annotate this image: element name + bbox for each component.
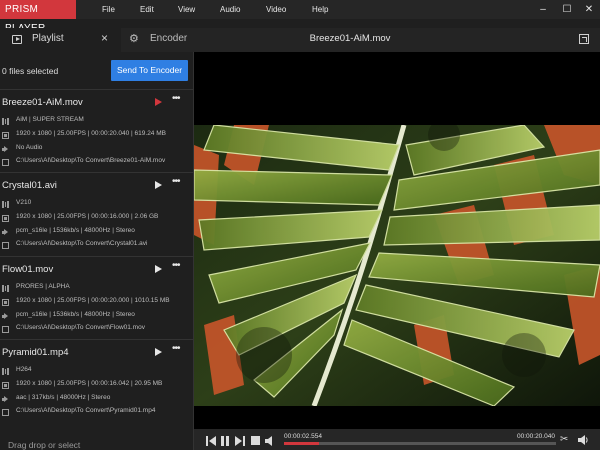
item-audio-info: pcm_s16le | 1536kb/s | 48000Hz | Stereo bbox=[16, 227, 135, 234]
play-icon[interactable] bbox=[155, 265, 162, 273]
item-video-info: 1920 x 1080 | 25.00FPS | 00:00:16.042 | … bbox=[16, 380, 163, 387]
tab-playlist-label: Playlist bbox=[32, 33, 64, 44]
speaker-icon bbox=[2, 313, 9, 320]
expand-icon[interactable] bbox=[579, 34, 589, 44]
app-logo: PRISM PLAYER bbox=[0, 0, 76, 34]
item-codec: H264 bbox=[16, 366, 32, 373]
item-codec: AiM | SUPER STREAM bbox=[16, 116, 84, 123]
play-icon[interactable] bbox=[155, 181, 162, 189]
item-name: Crystal01.avi bbox=[2, 180, 57, 191]
speaker-icon bbox=[2, 229, 9, 236]
item-path: C:\Users\AI\Desktop\To Convert\Breeze01-… bbox=[16, 157, 166, 164]
file-icon bbox=[2, 326, 9, 333]
item-audio-info: aac | 317kb/s | 48000Hz | Stereo bbox=[16, 394, 111, 401]
video-title: Breeze01-AiM.mov bbox=[309, 33, 391, 44]
item-audio-info: No Audio bbox=[16, 144, 43, 151]
item-path: C:\Users\AI\Desktop\To Convert\Crystal01… bbox=[16, 240, 148, 247]
tab-encoder[interactable]: ⚙ Encoder bbox=[121, 28, 195, 52]
speaker-icon bbox=[2, 396, 9, 403]
film-icon bbox=[2, 382, 9, 389]
menu-edit[interactable]: Edit bbox=[140, 0, 154, 19]
maximize-icon[interactable]: ☐ bbox=[558, 0, 576, 19]
encoder-icon: ⚙ bbox=[129, 33, 139, 45]
files-selected-count: 0 files selected bbox=[2, 66, 59, 76]
tab-playlist[interactable]: Playlist × bbox=[0, 28, 121, 52]
current-time: 00:00:02.554 bbox=[284, 433, 322, 440]
playlist-item[interactable]: Crystal01.avi ••• V210 1920 x 1080 | 25.… bbox=[0, 172, 193, 252]
codec-icon bbox=[2, 368, 9, 375]
title-bar: PRISM PLAYER File Edit View Audio Video … bbox=[0, 0, 600, 34]
more-options-icon[interactable]: ••• bbox=[172, 176, 180, 187]
film-icon bbox=[2, 299, 9, 306]
item-name: Pyramid01.mp4 bbox=[2, 347, 69, 358]
more-options-icon[interactable]: ••• bbox=[172, 343, 180, 354]
menu-file[interactable]: File bbox=[102, 0, 115, 19]
close-tab-icon[interactable]: × bbox=[101, 31, 108, 45]
codec-icon bbox=[2, 285, 9, 292]
play-icon[interactable] bbox=[155, 98, 162, 106]
playlist-item[interactable]: Flow01.mov ••• PRORES | ALPHA 1920 x 108… bbox=[0, 256, 193, 336]
file-icon bbox=[2, 409, 9, 416]
volume-icon[interactable] bbox=[265, 436, 275, 446]
menu-video[interactable]: Video bbox=[266, 0, 286, 19]
item-codec: PRORES | ALPHA bbox=[16, 283, 70, 290]
playlist-icon bbox=[12, 35, 22, 44]
item-name: Breeze01-AiM.mov bbox=[2, 97, 83, 108]
more-options-icon[interactable]: ••• bbox=[172, 260, 180, 271]
codec-icon bbox=[2, 118, 9, 125]
stop-icon[interactable] bbox=[251, 436, 260, 446]
film-icon bbox=[2, 215, 9, 222]
skip-back-icon[interactable] bbox=[206, 436, 216, 446]
drag-drop-hint[interactable]: Drag drop or select bbox=[8, 440, 80, 450]
item-path: C:\Users\AI\Desktop\To Convert\Flow01.mo… bbox=[16, 324, 145, 331]
leaf-footage-image bbox=[194, 125, 600, 406]
item-video-info: 1920 x 1080 | 25.00FPS | 00:00:20.040 | … bbox=[16, 130, 166, 137]
more-options-icon[interactable]: ••• bbox=[172, 93, 180, 104]
menu-help[interactable]: Help bbox=[312, 0, 328, 19]
file-icon bbox=[2, 242, 9, 249]
pause-icon[interactable] bbox=[221, 436, 229, 446]
file-icon bbox=[2, 159, 9, 166]
video-viewport[interactable] bbox=[194, 52, 600, 429]
total-time: 00:00:20.040 bbox=[517, 433, 555, 440]
codec-icon bbox=[2, 201, 9, 208]
video-frame bbox=[194, 125, 600, 406]
tab-bar: Playlist × ⚙ Encoder Breeze01-AiM.mov bbox=[0, 28, 600, 52]
menu-audio[interactable]: Audio bbox=[220, 0, 240, 19]
playlist-sidebar: 0 files selected Send To Encoder Breeze0… bbox=[0, 52, 194, 450]
send-to-encoder-button[interactable]: Send To Encoder bbox=[111, 60, 188, 81]
item-video-info: 1920 x 1080 | 25.00FPS | 00:00:16.000 | … bbox=[16, 213, 159, 220]
item-codec: V210 bbox=[16, 199, 32, 206]
scissors-icon[interactable]: ✂ bbox=[560, 434, 568, 445]
playlist-item[interactable]: Breeze01-AiM.mov ••• AiM | SUPER STREAM … bbox=[0, 89, 193, 169]
skip-forward-icon[interactable] bbox=[235, 436, 245, 446]
seek-bar[interactable] bbox=[284, 442, 556, 445]
item-video-info: 1920 x 1080 | 25.00FPS | 00:00:20.000 | … bbox=[16, 297, 170, 304]
tab-encoder-label: Encoder bbox=[150, 33, 188, 44]
film-icon bbox=[2, 132, 9, 139]
minimize-icon[interactable]: – bbox=[534, 0, 552, 19]
item-name: Flow01.mov bbox=[2, 264, 54, 275]
seek-progress bbox=[284, 442, 319, 445]
item-path: C:\Users\AI\Desktop\To Convert\Pyramid01… bbox=[16, 407, 156, 414]
menu-view[interactable]: View bbox=[178, 0, 195, 19]
speaker-icon[interactable] bbox=[578, 435, 588, 445]
speaker-icon bbox=[2, 146, 9, 153]
close-window-icon[interactable]: ✕ bbox=[580, 0, 598, 19]
playlist-item[interactable]: Pyramid01.mp4 ••• H264 1920 x 1080 | 25.… bbox=[0, 339, 193, 419]
playback-controls: 00:00:02.554 00:00:20.040 ✂ bbox=[194, 429, 600, 450]
play-icon[interactable] bbox=[155, 348, 162, 356]
item-audio-info: pcm_s16le | 1536kb/s | 48000Hz | Stereo bbox=[16, 311, 135, 318]
